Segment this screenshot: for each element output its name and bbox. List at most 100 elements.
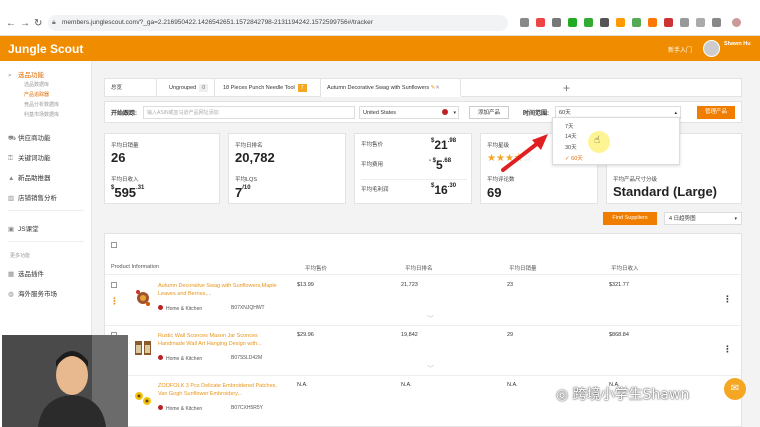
add-tab-button[interactable]: +	[563, 81, 570, 95]
sidebar-sub-tracker[interactable]: 产品追踪器	[24, 91, 49, 98]
tab-autumn-swag[interactable]: Autumn Decorative Swag with Sunflowers ✎…	[321, 79, 461, 97]
divider	[361, 179, 467, 180]
back-icon[interactable]: ←	[6, 19, 16, 29]
sidebar-item-extension[interactable]: ▦ 选品插件	[8, 268, 44, 278]
tab-punch-needle[interactable]: 18 Pieces Punch Needle Tool 7	[217, 79, 321, 97]
reload-icon[interactable]: ↻	[34, 19, 42, 29]
time-range-dropdown: 7天 14天 30天 ✓ 60天	[552, 117, 680, 165]
flag-icon	[158, 355, 163, 360]
cell-revenue: $321.77	[609, 282, 629, 288]
username[interactable]: Shawn Hu	[724, 41, 751, 47]
extension-icon[interactable]	[600, 18, 609, 27]
dropdown-option[interactable]: 7天	[565, 122, 574, 130]
extension-icon[interactable]	[552, 18, 561, 27]
row-menu-icon[interactable]: ⋮	[723, 294, 732, 305]
product-title-link[interactable]: ZOOFOLK 3 Pcs Delicate Embroidered Patch…	[158, 382, 278, 398]
sidebar-sub-niche[interactable]: 利基市场数据库	[24, 111, 59, 118]
stat-value: $16.30	[431, 183, 457, 197]
extension-icon[interactable]	[696, 18, 705, 27]
product-title-link[interactable]: Autumn Decorative Swag with Sunflowers,M…	[158, 282, 278, 298]
sidebar-item-market[interactable]: ◍ 海外服务市场	[8, 288, 57, 298]
row-checkbox[interactable]	[111, 282, 117, 288]
product-asin[interactable]: B07S5LD42M	[231, 355, 262, 361]
stat-label: 平均评论数	[487, 177, 515, 183]
row-menu-icon[interactable]: ⋮	[723, 344, 732, 355]
cell-rank: 19,842	[401, 332, 418, 338]
find-suppliers-button[interactable]: Find Suppliers	[603, 212, 657, 225]
extension-icon[interactable]	[584, 18, 593, 27]
dropdown-option[interactable]: 30天	[565, 143, 577, 151]
product-thumbnail	[136, 290, 150, 306]
forward-icon[interactable]: →	[20, 19, 30, 29]
product-meta: Home & Kitchen	[158, 405, 202, 412]
sidebar-item-supplier[interactable]: ⛟ 供应商功能	[8, 132, 51, 143]
profile-icon[interactable]	[732, 18, 741, 27]
globe-icon: ◍	[8, 291, 14, 298]
product-thumbnail	[135, 341, 151, 355]
column-header[interactable]: 平均售价	[305, 264, 327, 272]
column-header[interactable]: 平均日收入	[611, 264, 639, 272]
extension-icon[interactable]	[712, 18, 721, 27]
address-bar[interactable]: 🔒︎ members.junglescout.com/?_ga=2.216950…	[48, 15, 508, 31]
drag-handle-icon[interactable]: ⋮	[110, 296, 119, 307]
tab-overview[interactable]: 总览	[105, 79, 157, 97]
newbie-link[interactable]: 新手入门	[668, 45, 692, 54]
close-icon[interactable]: ✕	[435, 85, 440, 91]
stat-value: $21.98	[431, 138, 457, 152]
product-asin[interactable]: B07CXH5R5Y	[231, 405, 263, 411]
column-header[interactable]: 平均日销量	[509, 264, 537, 272]
product-title-link[interactable]: Rustic Wall Sconces Mason Jar Sconces Ha…	[158, 332, 278, 348]
hand-cursor-icon: ☝	[594, 135, 601, 146]
stat-label: 平均费用	[361, 162, 384, 168]
star-icon: ⯪	[513, 153, 524, 164]
time-range-label: 时间范围:	[523, 111, 549, 117]
expand-chevron-icon[interactable]: ﹀	[427, 364, 434, 374]
chat-bubble-button[interactable]: ✉	[724, 378, 746, 400]
add-product-button[interactable]: 添加产品	[469, 106, 509, 119]
sidebar-sub-database[interactable]: 选品数据库	[24, 81, 49, 88]
column-header[interactable]: Product Information	[111, 264, 159, 270]
tab-count-badge: 7	[297, 84, 307, 92]
extension-icon[interactable]	[616, 18, 625, 27]
sidebar-item-launch[interactable]: ▲ 新品助推器	[8, 172, 51, 182]
cell-price: N.A.	[297, 382, 308, 388]
extension-icon[interactable]	[664, 18, 673, 27]
chevron-down-icon: ▾	[453, 110, 456, 116]
product-asin[interactable]: B07XNJQHWT	[231, 305, 265, 311]
sidebar-sub-competitor[interactable]: 竞品分析数据库	[24, 101, 59, 108]
search-icon: ⌕	[8, 72, 12, 79]
logo[interactable]: Jungle Scout	[8, 42, 83, 56]
expand-chevron-icon[interactable]: ﹀	[427, 314, 434, 324]
tracker-tabs: 总览 Ungrouped 0 18 Pieces Punch Needle Too…	[104, 78, 742, 97]
asin-input[interactable]: 输入ASIN或亚马逊产品网址添加	[143, 106, 355, 119]
rating-stars: ★★★⯪☆	[487, 151, 532, 168]
extension-icon[interactable]	[632, 18, 641, 27]
extension-icon[interactable]	[568, 18, 577, 27]
tab-ungrouped[interactable]: Ungrouped 0	[163, 79, 215, 97]
stat-label: 平均LQS	[235, 177, 258, 183]
flag-icon	[442, 109, 448, 115]
extension-icon[interactable]	[648, 18, 657, 27]
stat-value: $595.31	[111, 185, 145, 200]
dropdown-option-selected[interactable]: ✓ 60天	[565, 154, 583, 162]
webcam-overlay	[2, 335, 128, 427]
column-header[interactable]: 平均日排名	[405, 264, 433, 272]
stat-value: Standard (Large)	[613, 184, 718, 199]
star-icon[interactable]	[520, 18, 529, 27]
product-thumbnail	[135, 392, 151, 405]
chart-period-select[interactable]: 4 日趋势图 ▾	[664, 212, 742, 225]
manage-products-button[interactable]: 管理产品	[697, 106, 735, 119]
rocket-icon: ▲	[8, 175, 15, 182]
dropdown-option[interactable]: 14天	[565, 132, 577, 140]
sidebar-item-academy[interactable]: ▣ JS课堂	[8, 223, 39, 233]
extension-icon[interactable]	[536, 18, 545, 27]
cell-price: $29.96	[297, 332, 314, 338]
sidebar-item-product[interactable]: ⌕ 选品功能	[8, 69, 44, 80]
extension-icon[interactable]	[680, 18, 689, 27]
avatar[interactable]	[703, 40, 720, 57]
watermark-text: ◎ 跨境小学生Shawn	[556, 387, 690, 403]
sidebar-item-keyword[interactable]: ⚿ 关键词功能	[8, 152, 51, 163]
select-all-checkbox[interactable]	[111, 242, 117, 248]
sidebar-item-sales[interactable]: ▥ 店铺销售分析	[8, 192, 57, 202]
marketplace-select[interactable]: United States ▾	[359, 106, 459, 119]
